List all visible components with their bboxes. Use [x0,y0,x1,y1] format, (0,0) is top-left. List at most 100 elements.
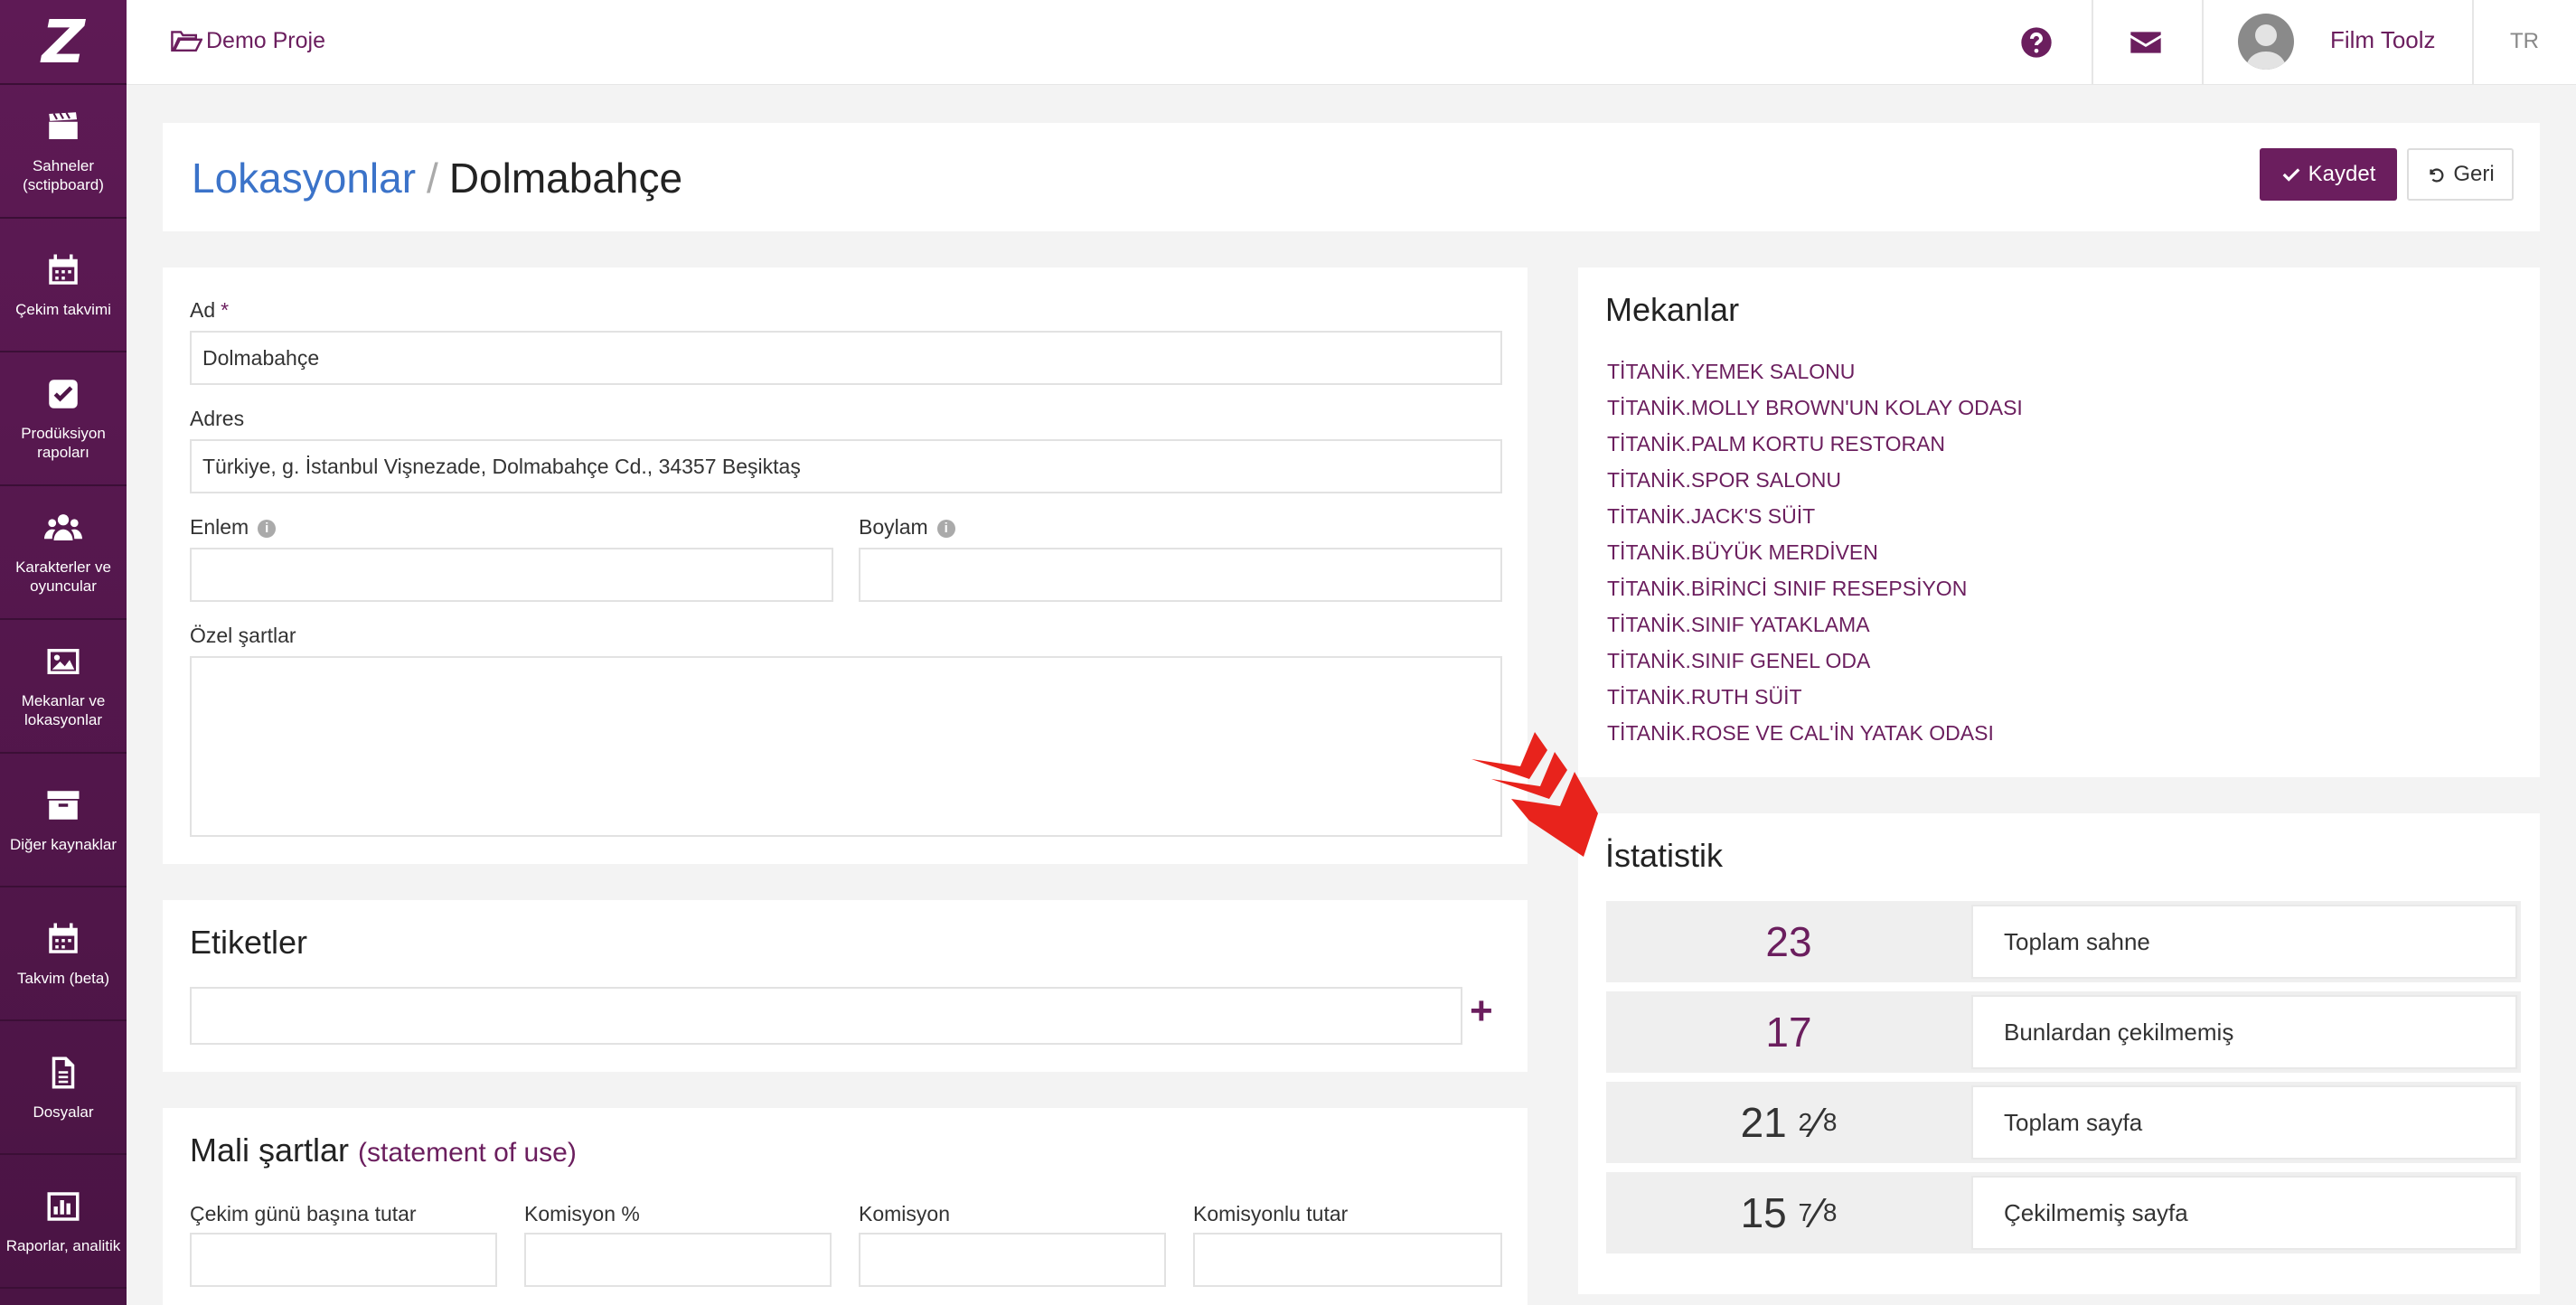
clapperboard-icon [44,108,82,146]
commission-percent-input[interactable] [524,1233,832,1287]
amount-with-commission-input[interactable] [1193,1233,1502,1287]
sidebar-item-label: Dosyalar [33,1103,94,1121]
commission-percent-label: Komisyon % [524,1202,640,1225]
sidebar-item-shooting-schedule[interactable]: Çekim takvimi [0,219,127,352]
longitude-input[interactable] [859,548,1502,602]
stat-unshot-scenes: 17 Bunlardan çekilmemiş [1606,991,2521,1073]
stat-value: 21 2 ⁄ 8 [1606,1082,1971,1163]
latitude-input[interactable] [190,548,833,602]
info-icon[interactable]: i [258,519,277,538]
sidebar-item-files[interactable]: Dosyalar [0,1021,127,1155]
sidebar-item-calendar-beta[interactable]: Takvim (beta) [0,887,127,1021]
sidebar: Z Sahneler (sctipboard) Çekim takvimi Pr… [0,0,127,1305]
topbar-divider [2472,0,2474,85]
topbar-divider [2092,0,2093,85]
stat-label: Bunlardan çekilmemiş [1971,995,2517,1069]
sidebar-item-label: Karakterler ve oyuncular [15,559,111,595]
stat-whole: 21 [1740,1099,1787,1146]
venue-link[interactable]: TİTANİK.MOLLY BROWN'UN KOLAY ODASI [1607,396,2023,420]
checkbox-icon [44,375,82,413]
app-logo[interactable]: Z [0,0,127,85]
venue-link[interactable]: TİTANİK.SPOR SALONU [1607,468,1841,493]
venue-link[interactable]: TİTANİK.SINIF GENEL ODA [1607,649,1870,673]
venue-link[interactable]: TİTANİK.JACK'S SÜİT [1607,504,1815,529]
sidebar-item-characters[interactable]: Karakterler ve oyuncular [0,486,127,620]
breadcrumb-separator: / [427,155,438,202]
special-terms-textarea[interactable] [190,656,1502,837]
bar-chart-icon [44,1188,82,1225]
stat-total-scenes: 23 Toplam sahne [1606,901,2521,982]
users-icon [44,509,82,547]
archive-box-icon [44,786,82,824]
check-icon [2282,168,2300,182]
commission-input[interactable] [859,1233,1166,1287]
finance-panel: Mali şartlar (statement of use) Çekim gü… [163,1108,1528,1305]
name-label-text: Ad [190,298,216,322]
user-name[interactable]: Film Toolz [2330,26,2436,54]
language-switch[interactable]: TR [2510,29,2539,54]
required-mark: * [221,298,230,322]
stats-title: İstatistik [1605,837,1724,874]
venue-link[interactable]: TİTANİK.SINIF YATAKLAMA [1607,613,1870,637]
tags-input[interactable] [190,987,1462,1045]
fraction-slash: ⁄ [1814,1189,1821,1236]
sidebar-item-scenes[interactable]: Sahneler (sctipboard) [0,85,127,219]
back-button-label: Geri [2453,162,2495,186]
sidebar-item-label: Takvim (beta) [16,969,110,987]
sidebar-item-locations[interactable]: Mekanlar ve lokasyonlar [0,620,127,754]
page-title: Dolmabahçe [448,155,683,202]
address-input[interactable]: Türkiye, g. İstanbul Vişnezade, Dolmabah… [190,439,1502,493]
sidebar-item-other-resources[interactable]: Diğer kaynaklar [0,754,127,887]
venue-link[interactable]: TİTANİK.YEMEK SALONU [1607,360,1855,384]
stat-denominator: 8 [1822,1198,1838,1226]
calendar-icon [44,920,82,958]
commission-label: Komisyon [859,1202,950,1225]
latitude-label-text: Enlem [190,515,249,539]
amount-per-day-input[interactable] [190,1233,497,1287]
sidebar-item-reports[interactable]: Raporlar, analitik [0,1155,127,1289]
folder-open-icon [171,31,202,52]
sidebar-item-production-reports[interactable]: Prodüksiyon rapoları [0,352,127,486]
stat-denominator: 8 [1822,1108,1838,1136]
stat-total-pages: 21 2 ⁄ 8 Toplam sayfa [1606,1082,2521,1163]
amount-with-commission-label: Komisyonlu tutar [1193,1202,1349,1225]
venue-link[interactable]: TİTANİK.BİRİNCİ SINIF RESEPSİYON [1607,577,1967,601]
top-bar: Demo Proje Film Toolz TR [127,0,2576,85]
stat-value: 23 [1765,918,1812,965]
venue-link[interactable]: TİTANİK.RUTH SÜİT [1607,685,1802,709]
avatar[interactable] [2238,14,2294,70]
venues-title: Mekanlar [1605,291,1740,328]
project-selector[interactable]: Demo Proje [170,27,325,54]
address-label: Adres [190,407,245,430]
info-icon[interactable]: i [936,519,955,538]
add-tag-button[interactable]: + [1470,989,1493,1034]
venue-link[interactable]: TİTANİK.ROSE VE CAL'İN YATAK ODASI [1607,721,1994,746]
location-form: Ad * Dolmabahçe Adres Türkiye, g. İstanbu… [163,268,1528,864]
save-button[interactable]: Kaydet [2260,148,2397,201]
finance-title: Mali şartlar (statement of use) [190,1131,577,1169]
sidebar-item-label: Raporlar, analitik [5,1236,121,1254]
sidebar-item-label: Prodüksiyon rapoları [21,425,106,461]
help-icon[interactable] [2018,24,2054,61]
venue-link[interactable]: TİTANİK.BÜYÜK MERDİVEN [1607,540,1878,565]
undo-icon [2430,168,2444,183]
tags-panel: Etiketler + [163,900,1528,1072]
fraction-slash: ⁄ [1814,1099,1821,1146]
stat-unshot-pages: 15 7 ⁄ 8 Çekilmemiş sayfa [1606,1172,2521,1253]
back-button[interactable]: Geri [2407,148,2514,201]
finance-title-text: Mali şartlar [190,1131,350,1169]
amount-per-day-label: Çekim günü başına tutar [190,1202,417,1225]
save-button-label: Kaydet [2308,162,2376,186]
sidebar-item-label: Diğer kaynaklar [9,835,118,853]
annotation-arrow-icon [1471,732,1598,857]
mail-icon[interactable] [2128,24,2164,61]
stat-numerator: 7 [1798,1198,1813,1226]
breadcrumb-locations-link[interactable]: Lokasyonlar [192,155,416,202]
topbar-divider [2202,0,2204,85]
longitude-label-text: Boylam [859,515,928,539]
name-input[interactable]: Dolmabahçe [190,331,1502,385]
project-name: Demo Proje [206,27,325,53]
venue-link[interactable]: TİTANİK.PALM KORTU RESTORAN [1607,432,1945,456]
stat-label: Toplam sahne [1971,905,2517,979]
stat-whole: 15 [1740,1189,1787,1236]
